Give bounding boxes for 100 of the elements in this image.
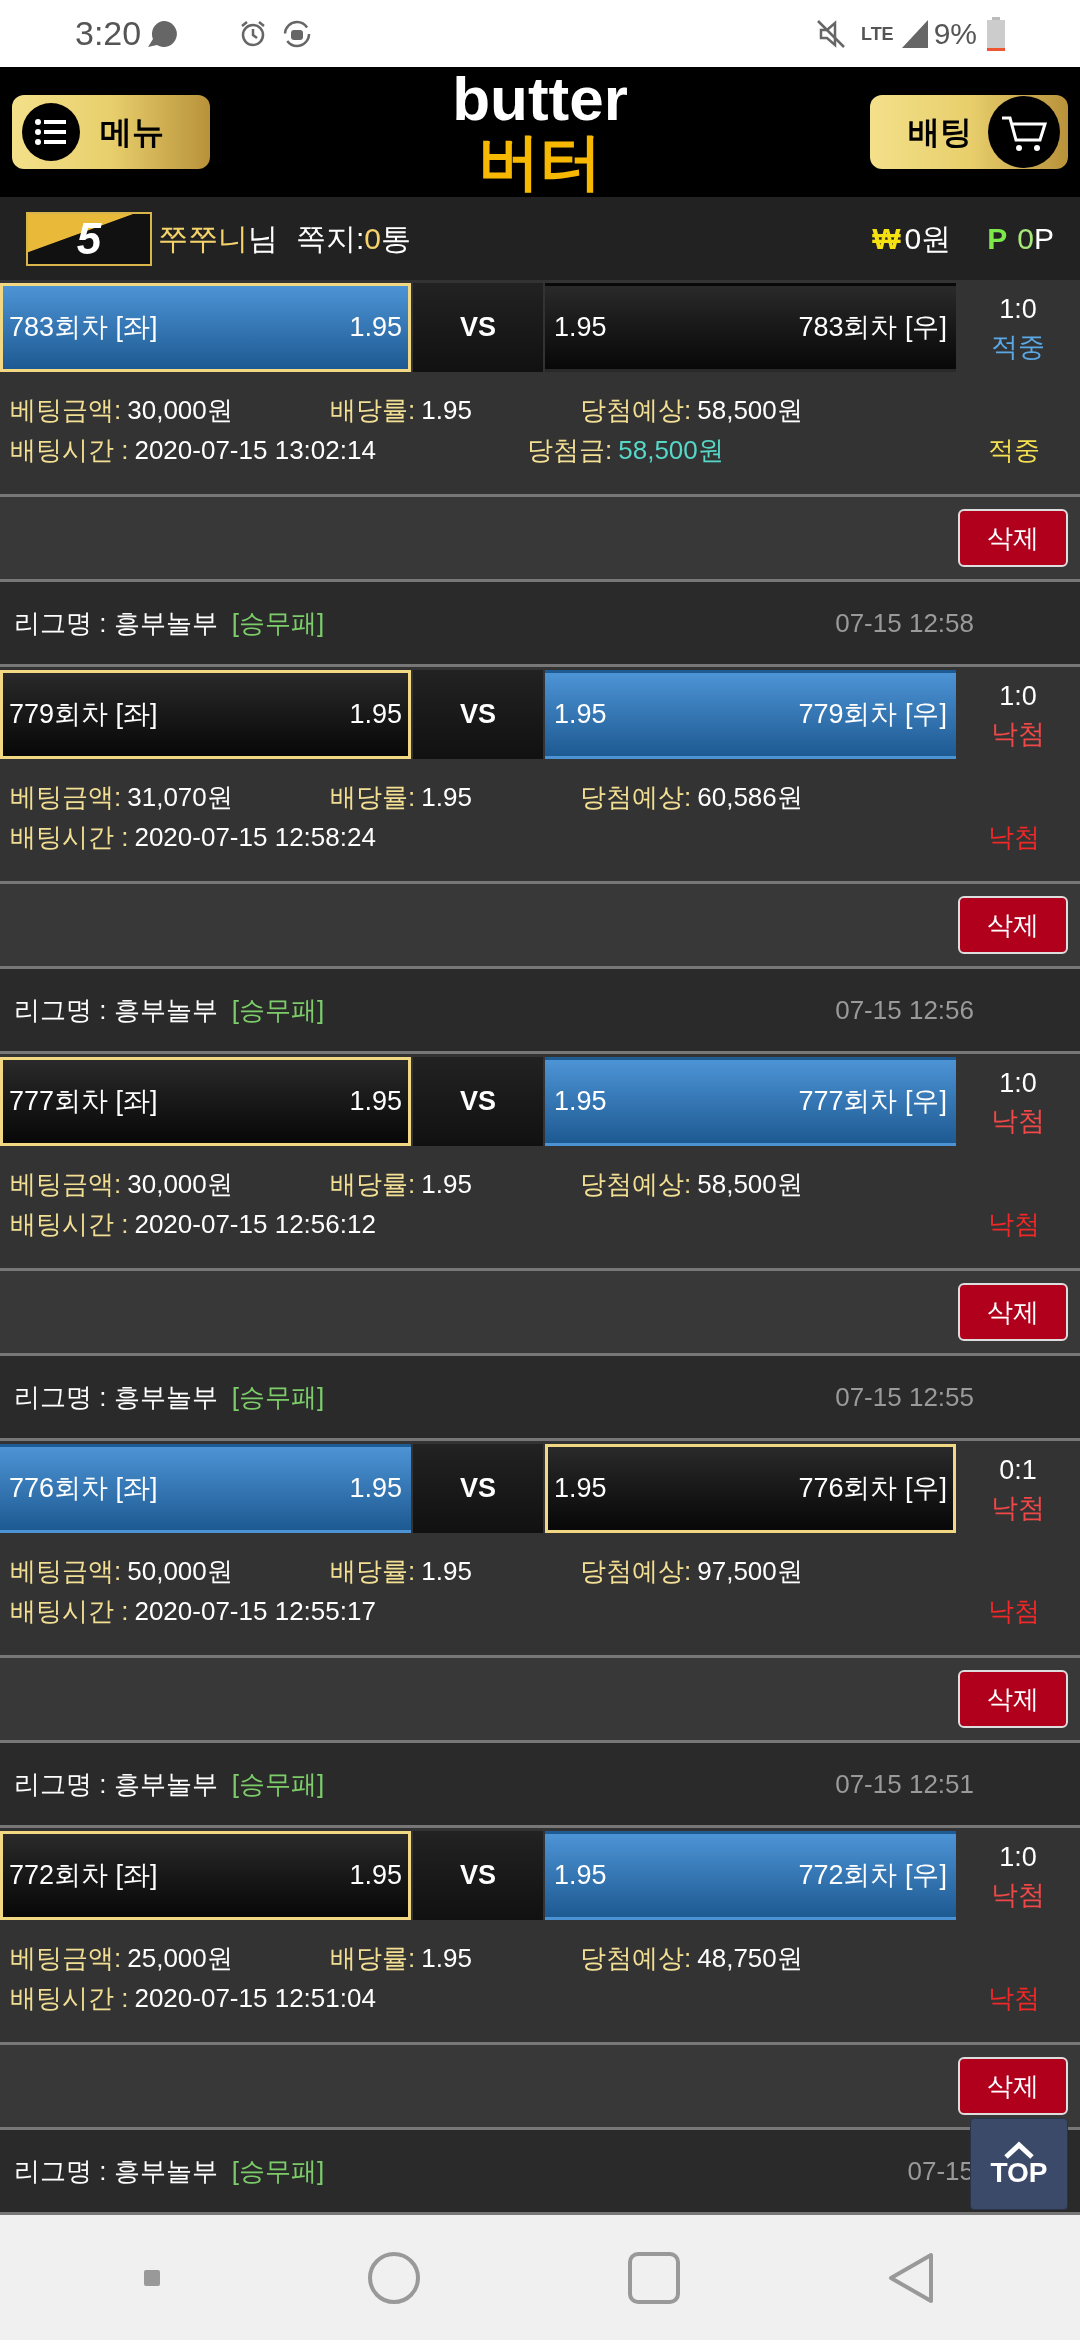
round-name: 776회차 [우]	[798, 1472, 947, 1506]
detail-label: 당첨예상:	[580, 1167, 692, 1201]
network-label: LTE	[860, 24, 894, 43]
team-option[interactable]: 1.95 777회차 [우]	[545, 1057, 956, 1146]
team-option[interactable]: 772회차 [좌] 1.95	[0, 1831, 411, 1920]
round-name: 783회차 [우]	[798, 311, 947, 345]
detail-label: 당첨예상:	[580, 1941, 692, 1975]
round-name: 777회차 [좌]	[9, 1085, 158, 1119]
points-unit: P	[1034, 221, 1054, 257]
result-label: 낙첨	[991, 1878, 1045, 1912]
bet-time: 2020-07-15 13:02:14	[134, 433, 376, 467]
bet-time-label: 배팅시간 :	[10, 433, 129, 467]
top-button[interactable]: TOP	[970, 2118, 1068, 2210]
league-name: 리그명 : 흥부놀부	[14, 993, 218, 1027]
score: 1:0	[999, 292, 1037, 326]
detail-label: 베팅금액:	[10, 1941, 122, 1975]
team-option[interactable]: 777회차 [좌] 1.95	[0, 1057, 411, 1146]
messages-label: 쪽지:	[296, 221, 365, 257]
detail-value: 30,000원	[127, 1167, 233, 1201]
detail-value: 1.95	[421, 1941, 472, 1975]
round-name: 772회차 [좌]	[9, 1859, 158, 1893]
result-label: 적중	[991, 330, 1045, 364]
odds: 1.95	[349, 311, 402, 345]
detail-label: 베팅금액:	[10, 1167, 122, 1201]
round-name: 779회차 [좌]	[9, 698, 158, 732]
odds: 1.95	[554, 311, 607, 345]
odds: 1.95	[349, 698, 402, 732]
bet-status: 낙첨	[988, 1207, 1040, 1241]
team-option[interactable]: 1.95 776회차 [우]	[545, 1444, 956, 1533]
detail-label: 베팅금액:	[10, 393, 122, 427]
round-name: 776회차 [좌]	[9, 1472, 158, 1506]
delete-button[interactable]: 삭제	[958, 1283, 1068, 1341]
game-type: [승무패]	[231, 993, 325, 1027]
odds: 1.95	[349, 1085, 402, 1119]
game-type: [승무패]	[231, 2154, 325, 2188]
detail-value: 50,000원	[127, 1554, 233, 1588]
team-option[interactable]: 1.95 783회차 [우]	[545, 283, 956, 372]
battery-icon	[987, 16, 1005, 51]
odds: 1.95	[554, 1472, 607, 1506]
team-option[interactable]: 779회차 [좌] 1.95	[0, 670, 411, 759]
team-option[interactable]: 1.95 779회차 [우]	[545, 670, 956, 759]
detail-label: 당첨예상:	[580, 1554, 692, 1588]
points-mark: P	[987, 221, 1008, 257]
clock: 3:20	[75, 13, 142, 54]
level-badge: 5	[26, 211, 152, 266]
detail-label: 베팅금액:	[10, 1554, 122, 1588]
game-type: [승무패]	[231, 1380, 325, 1414]
mute-icon	[814, 17, 847, 50]
detail-label: 배당률:	[330, 780, 416, 814]
game-type: [승무패]	[231, 1767, 325, 1801]
messages-unit: 통	[381, 221, 412, 257]
menu-button[interactable]: 메뉴	[12, 95, 210, 169]
round-name: 783회차 [좌]	[9, 311, 158, 345]
detail-value: 30,000원	[127, 393, 233, 427]
detail-value: 48,750원	[697, 1941, 803, 1975]
delete-button[interactable]: 삭제	[958, 509, 1068, 567]
detail-label: 배당률:	[330, 1167, 416, 1201]
bet-status: 낙첨	[988, 1594, 1040, 1628]
odds: 1.95	[554, 698, 607, 732]
cash-balance: 0원	[904, 221, 952, 257]
bet-time-label: 배팅시간 :	[10, 1981, 129, 2015]
bet-time: 2020-07-15 12:51:04	[134, 1981, 376, 2015]
vs-cell: VS	[413, 1057, 543, 1146]
delete-button[interactable]: 삭제	[958, 1670, 1068, 1728]
nickname: 쭈쭈니	[158, 221, 248, 257]
league-time: 07-15 12:56	[835, 993, 974, 1027]
detail-label: 배당률:	[330, 1554, 416, 1588]
odds: 1.95	[554, 1859, 607, 1893]
home-icon	[366, 2250, 421, 2305]
league-name: 리그명 : 흥부놀부	[14, 1767, 218, 1801]
team-option[interactable]: 776회차 [좌] 1.95	[0, 1444, 411, 1533]
score: 0:1	[999, 1453, 1037, 1487]
delete-button[interactable]: 삭제	[958, 2057, 1068, 2115]
team-option[interactable]: 783회차 [좌] 1.95	[0, 283, 411, 372]
battery-percent: 9%	[933, 16, 977, 52]
detail-label: 베팅금액:	[10, 780, 122, 814]
bet-time: 2020-07-15 12:56:12	[134, 1207, 376, 1241]
vs-cell: VS	[413, 1444, 543, 1533]
odds: 1.95	[349, 1472, 402, 1506]
detail-value: 58,500원	[697, 393, 803, 427]
detail-value: 1.95	[421, 1554, 472, 1588]
bet-button[interactable]: 배팅	[870, 95, 1068, 169]
bet-status: 낙첨	[988, 820, 1040, 854]
team-option[interactable]: 1.95 772회차 [우]	[545, 1831, 956, 1920]
bet-time: 2020-07-15 12:58:24	[134, 820, 376, 854]
detail-value: 1.95	[421, 1167, 472, 1201]
league-time: 07-15 12:55	[835, 1380, 974, 1414]
bet-status: 적중	[988, 433, 1040, 467]
detail-value: 1.95	[421, 393, 472, 427]
bet-time-label: 배팅시간 :	[10, 820, 129, 854]
caret-up-icon	[1003, 2141, 1035, 2159]
game-type: [승무패]	[231, 606, 325, 640]
bet-time-label: 배팅시간 :	[10, 1594, 129, 1628]
detail-value: 60,586원	[697, 780, 803, 814]
delete-button[interactable]: 삭제	[958, 896, 1068, 954]
detail-value: 97,500원	[697, 1554, 803, 1588]
detail-value: 58,500원	[697, 1167, 803, 1201]
recents-icon	[627, 2251, 680, 2304]
detail-value: 31,070원	[127, 780, 233, 814]
menu-icon	[22, 103, 80, 161]
